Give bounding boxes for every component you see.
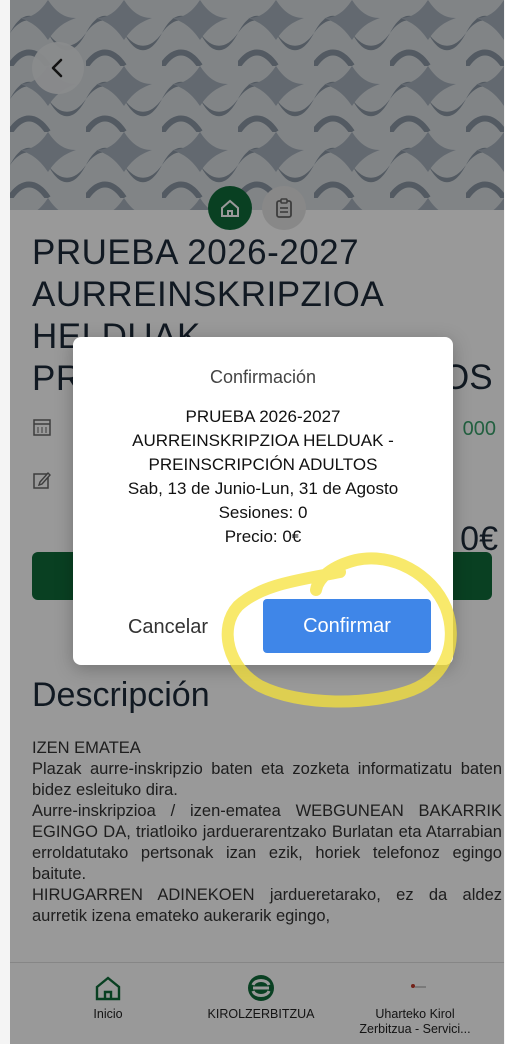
dialog-body: PRUEBA 2026-2027 AURREINSKRIPZIOA HELDUA… bbox=[93, 405, 433, 549]
cancel-button[interactable]: Cancelar bbox=[109, 601, 227, 653]
dialog-line: Sab, 13 de Junio-Lun, 31 de Agosto bbox=[127, 479, 399, 498]
dialog-line: PRUEBA 2026-2027 bbox=[185, 407, 341, 426]
dialog-line: Precio: 0€ bbox=[224, 527, 302, 546]
confirmation-dialog: Confirmación PRUEBA 2026-2027 AURREINSKR… bbox=[73, 337, 453, 665]
dialog-line: Sesiones: 0 bbox=[218, 503, 308, 522]
confirm-button[interactable]: Confirmar bbox=[263, 599, 431, 653]
dialog-line: PREINSCRIPCIÓN ADULTOS bbox=[148, 455, 378, 474]
dialog-title: Confirmación bbox=[209, 367, 317, 387]
dialog-line: AURREINSKRIPZIOA HELDUAK - bbox=[132, 431, 394, 450]
